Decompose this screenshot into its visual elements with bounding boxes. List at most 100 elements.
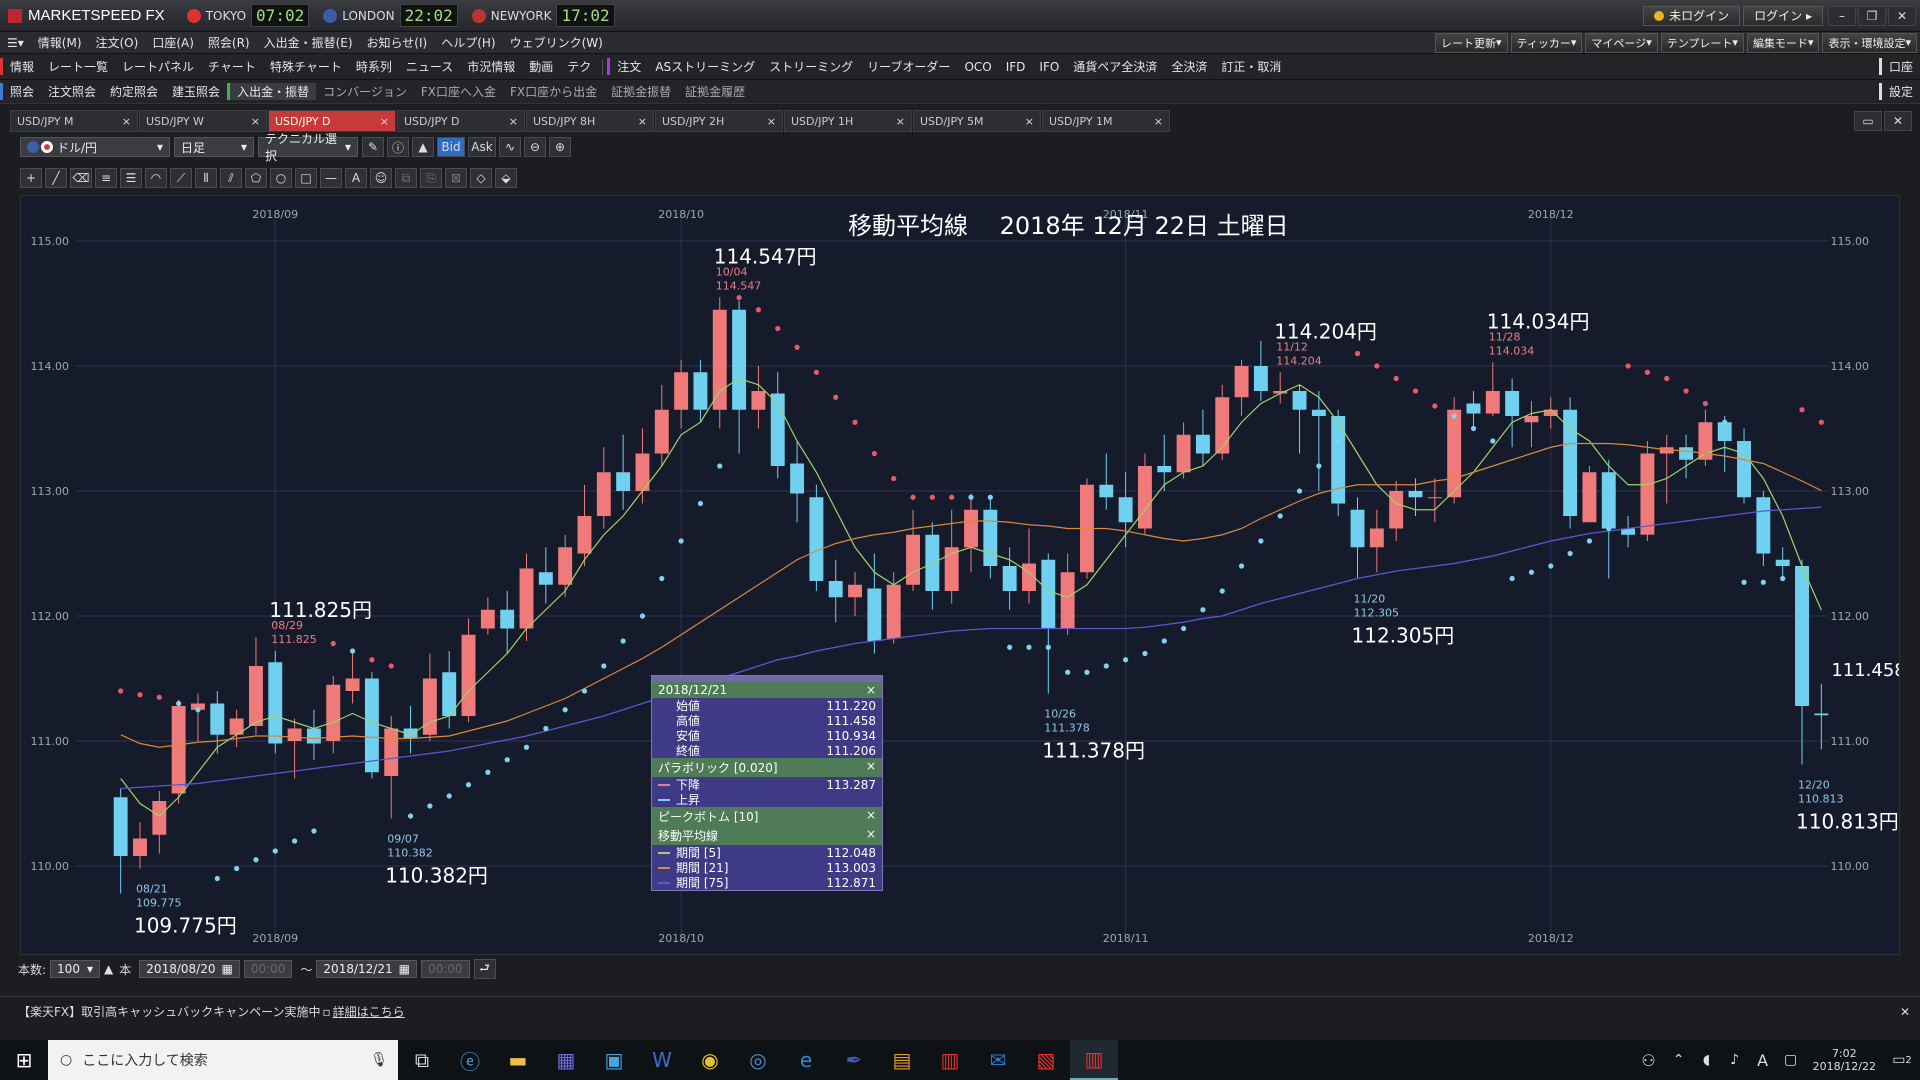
toolbar-button[interactable]: 約定照会	[103, 83, 165, 100]
news-link[interactable]: 詳細はこちら	[333, 1003, 405, 1020]
menu-item[interactable]: ウェブリンク(W)	[503, 34, 610, 51]
toolbar-button[interactable]: リーブオーダー	[860, 58, 957, 75]
fan-icon[interactable]: ⟋	[170, 168, 192, 188]
toolbar-button[interactable]: レート一覧	[41, 58, 115, 75]
toolbar-button[interactable]: レートパネル	[115, 58, 201, 75]
data-window[interactable]: 2018/12/21 × 始値 111.220 高値 111.458 安値 110.934 終…	[651, 675, 883, 891]
toolbar-button[interactable]: OCO	[957, 60, 998, 74]
paste-icon[interactable]: ⎘	[420, 168, 442, 188]
eraser-icon[interactable]: ⌫	[70, 168, 92, 188]
close-icon[interactable]: ×	[866, 827, 876, 844]
login-button[interactable]: ログイン ▸	[1743, 5, 1823, 26]
vline-icon[interactable]: ⦀	[195, 168, 217, 188]
icon-tool-icon[interactable]: ☺	[370, 168, 392, 188]
toolbar-button[interactable]: 注文照会	[41, 83, 103, 100]
period-select[interactable]: 日足 ▾	[174, 137, 254, 157]
chart-tab[interactable]: USD/JPY D ×	[397, 110, 525, 132]
close-icon[interactable]: ×	[1154, 115, 1163, 128]
trendline-icon[interactable]: ╱	[45, 168, 67, 188]
mic-icon[interactable]: 🎙	[370, 1052, 388, 1068]
toolbar-button[interactable]: 注文	[607, 58, 648, 75]
toolbar-button[interactable]: 照会	[0, 83, 41, 100]
zoom-out-icon[interactable]: ⊖	[524, 137, 546, 157]
tray-chevron-icon[interactable]: ⌃	[1665, 1040, 1693, 1080]
toolbar-button[interactable]: 情報	[0, 58, 41, 75]
menu-item[interactable]: 情報(M)	[31, 34, 89, 51]
network-icon[interactable]: ◖	[1693, 1040, 1721, 1080]
toolbar-button[interactable]: 入出金・振替	[227, 83, 317, 100]
chart-tab[interactable]: USD/JPY 1M ×	[1042, 110, 1170, 132]
technical-select[interactable]: テクニカル選択 ▾	[258, 132, 358, 163]
account-button[interactable]: 口座	[1878, 58, 1920, 75]
chart-type-icon[interactable]: ∿	[499, 137, 521, 157]
menu-toggle-icon[interactable]: ☰▾	[0, 36, 31, 50]
close-icon[interactable]: ×	[866, 759, 876, 776]
people-icon[interactable]: ⚇	[1633, 1040, 1665, 1080]
task-view-icon[interactable]: ⧉	[398, 1040, 446, 1080]
rectangle-icon[interactable]: □	[295, 168, 317, 188]
close-icon[interactable]: ×	[866, 808, 876, 825]
toolbar-button[interactable]: IFD	[999, 60, 1033, 74]
app-window-icon[interactable]: ▣	[590, 1040, 638, 1080]
toolbar-button[interactable]: FX口座から出金	[503, 83, 604, 100]
menu-item[interactable]: 照会(R)	[201, 34, 257, 51]
chart-tab[interactable]: USD/JPY 5M ×	[913, 110, 1041, 132]
toolbar-button[interactable]: 証拠金履歴	[678, 83, 752, 100]
close-icon[interactable]: ✕	[1900, 1005, 1910, 1019]
display-icon[interactable]: ▢	[1777, 1040, 1805, 1080]
from-date-field[interactable]: 2018/08/20 ▦	[139, 960, 240, 978]
close-icon[interactable]: ✕	[1888, 5, 1916, 26]
ime-indicator[interactable]: A	[1749, 1040, 1777, 1080]
line-icon[interactable]: —	[320, 168, 342, 188]
marketspeed-icon[interactable]: ▥	[926, 1040, 974, 1080]
rakuten-icon[interactable]: ▧	[1022, 1040, 1070, 1080]
menu-item[interactable]: 口座(A)	[145, 34, 201, 51]
toolbar-button[interactable]: IFO	[1032, 60, 1066, 74]
close-icon[interactable]: ×	[122, 115, 131, 128]
channel-icon[interactable]: ⫽	[220, 168, 242, 188]
chart-tab[interactable]: USD/JPY 1H ×	[784, 110, 912, 132]
menu-item[interactable]: お知らせ(I)	[360, 34, 435, 51]
chart-tab[interactable]: USD/JPY M ×	[10, 110, 138, 132]
menu-right-button[interactable]: テンプレート ▾	[1660, 32, 1744, 53]
notification-icon[interactable]: ▭ 2	[1884, 1040, 1920, 1080]
return-icon[interactable]: ⮐	[473, 959, 496, 979]
count-select[interactable]: 100 ▾	[50, 960, 101, 978]
chart-tab[interactable]: USD/JPY 2H ×	[655, 110, 783, 132]
count-up-icon[interactable]: ▲	[104, 962, 113, 976]
menu-right-button[interactable]: マイページ ▾	[1585, 32, 1658, 53]
maximize-panel-icon[interactable]: ▭	[1854, 111, 1882, 131]
circle-icon[interactable]: ○	[270, 168, 292, 188]
edge-icon[interactable]: e	[782, 1040, 830, 1080]
close-icon[interactable]: ×	[767, 115, 776, 128]
app-box-icon[interactable]: ▤	[878, 1040, 926, 1080]
menu-item[interactable]: 入出金・振替(E)	[257, 34, 360, 51]
outlook-icon[interactable]: ✉	[974, 1040, 1022, 1080]
arc-icon[interactable]: ◠	[145, 168, 167, 188]
toolbar-button[interactable]: コンバージョン	[316, 83, 414, 100]
close-panel-icon[interactable]: ✕	[1884, 111, 1912, 131]
toolbar-button[interactable]: 訂正・取消	[1214, 58, 1288, 75]
toolbar-button[interactable]: FX口座へ入金	[414, 83, 503, 100]
toolbar-button[interactable]: チャート	[201, 58, 263, 75]
login-status-button[interactable]: 未ログイン	[1643, 5, 1741, 26]
menu-item[interactable]: 注文(O)	[89, 34, 146, 51]
erase-all-icon[interactable]: ⬙	[495, 168, 517, 188]
to-date-field[interactable]: 2018/12/21 ▦	[316, 960, 417, 978]
multi-hline-icon[interactable]: ☰	[120, 168, 142, 188]
toolbar-button[interactable]: ニュース	[399, 58, 460, 75]
close-icon[interactable]: ×	[380, 115, 389, 128]
toolbar-button[interactable]: 建玉照会	[165, 83, 227, 100]
menu-right-button[interactable]: レート更新 ▾	[1435, 32, 1508, 53]
chart-tab[interactable]: USD/JPY W ×	[139, 110, 267, 132]
minimize-icon[interactable]: –	[1828, 5, 1856, 26]
menu-right-button[interactable]: 表示・環境設定 ▾	[1822, 32, 1917, 53]
area-chart-icon[interactable]: ▲	[412, 137, 434, 157]
close-icon[interactable]: ×	[866, 683, 876, 697]
chrome-icon[interactable]: ◉	[686, 1040, 734, 1080]
clock[interactable]: 7:02 2018/12/22	[1805, 1047, 1884, 1073]
zoom-in-icon[interactable]: ⊕	[549, 137, 571, 157]
toolbar-button[interactable]: 時系列	[349, 58, 399, 75]
feather-icon[interactable]: ✒	[830, 1040, 878, 1080]
toolbar-button[interactable]: 通貨ペア全決済	[1066, 58, 1164, 75]
